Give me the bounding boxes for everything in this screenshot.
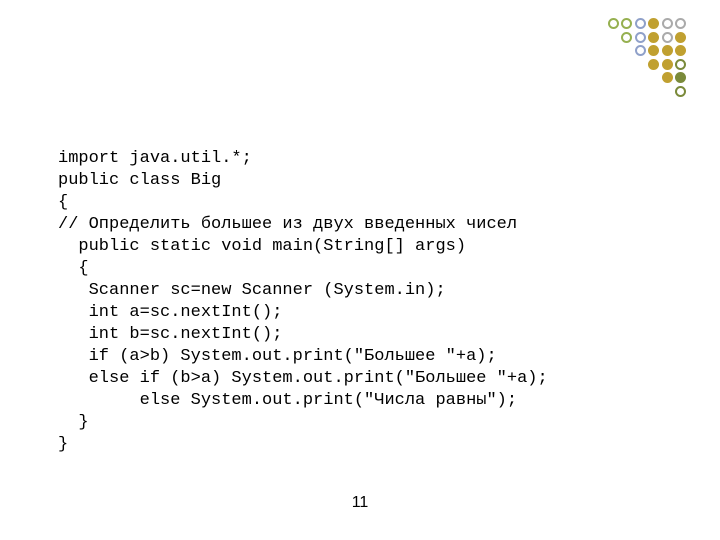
code-line: else System.out.print("Числа равны");: [58, 391, 517, 410]
dot-icon: [662, 18, 673, 29]
code-block: import java.util.*; public class Big { /…: [58, 148, 548, 456]
code-line: int b=sc.nextInt();: [58, 325, 282, 344]
code-line: public static void main(String[] args): [58, 237, 466, 256]
dot-icon: [648, 45, 659, 56]
dot-icon: [662, 32, 673, 43]
dot-icon: [662, 45, 673, 56]
page-number: 11: [352, 494, 369, 512]
dot-icon: [621, 32, 632, 43]
dot-icon: [662, 72, 673, 83]
code-line: }: [58, 413, 89, 432]
dot-icon: [648, 18, 659, 29]
code-line: int a=sc.nextInt();: [58, 303, 282, 322]
dot-icon: [648, 32, 659, 43]
dot-icon: [635, 18, 646, 29]
dot-icon: [662, 59, 673, 70]
dot-icon: [675, 18, 686, 29]
dot-icon: [635, 32, 646, 43]
code-line: if (a>b) System.out.print("Большее "+a);: [58, 347, 497, 366]
code-line: // Определить большее из двух введенных …: [58, 215, 517, 234]
code-line: {: [58, 259, 89, 278]
code-line: public class Big: [58, 171, 221, 190]
dot-icon: [648, 59, 659, 70]
slide: import java.util.*; public class Big { /…: [0, 0, 720, 540]
dot-icon: [675, 45, 686, 56]
dot-icon: [675, 32, 686, 43]
code-line: }: [58, 435, 68, 454]
dot-icon: [675, 59, 686, 70]
code-line: {: [58, 193, 68, 212]
corner-dots-decoration: [608, 18, 687, 99]
dot-icon: [675, 72, 686, 83]
dot-icon: [608, 18, 619, 29]
code-line: import java.util.*;: [58, 149, 252, 168]
dot-icon: [635, 45, 646, 56]
code-line: Scanner sc=new Scanner (System.in);: [58, 281, 446, 300]
dot-icon: [675, 86, 686, 97]
code-line: else if (b>a) System.out.print("Большее …: [58, 369, 548, 388]
dot-icon: [621, 18, 632, 29]
